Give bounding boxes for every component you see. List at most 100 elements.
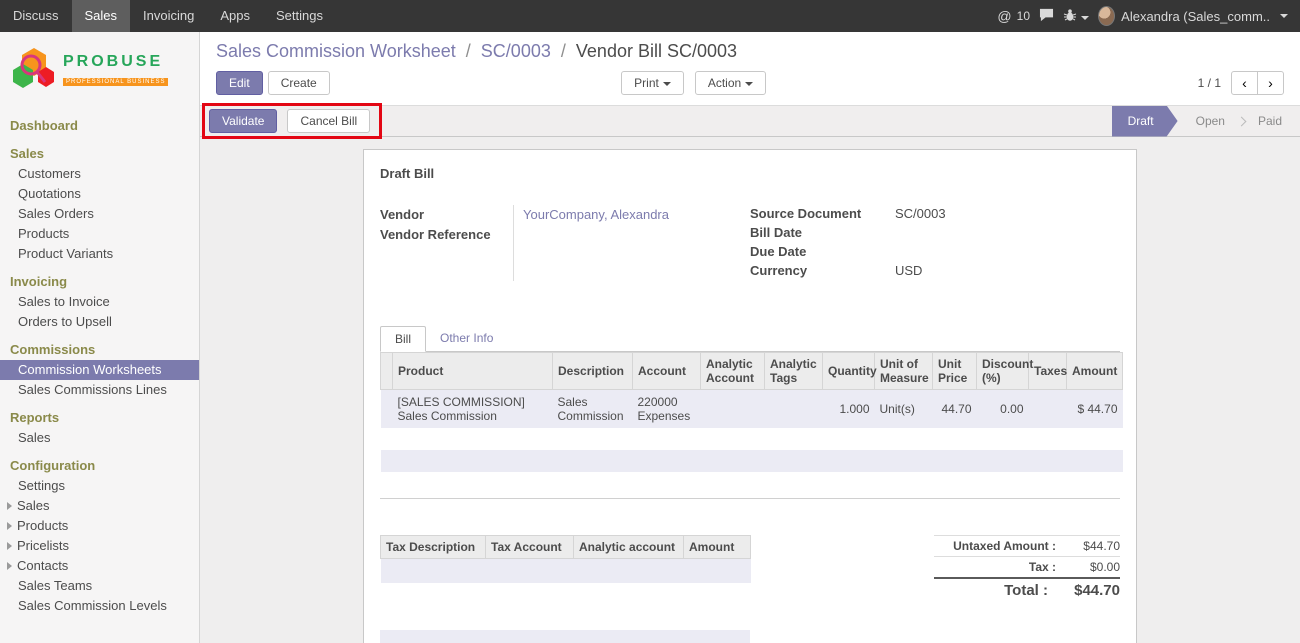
menu-settings[interactable]: Settings xyxy=(263,0,336,32)
chevron-down-icon xyxy=(663,82,671,86)
edit-button[interactable]: Edit xyxy=(216,71,263,95)
cell-taxes xyxy=(1029,390,1067,429)
sidebar-item-commission-worksheets[interactable]: Commission Worksheets xyxy=(0,360,199,380)
sidebar-section-dashboard[interactable]: Dashboard xyxy=(0,116,199,136)
vendor-value-link[interactable]: YourCompany, Alexandra xyxy=(523,205,750,225)
sidebar-section-configuration[interactable]: Configuration xyxy=(0,456,199,476)
user-menu[interactable]: Alexandra (Sales_comm.. xyxy=(1098,6,1288,26)
left-field-group: Vendor Vendor Reference YourCompany, Ale… xyxy=(380,205,750,281)
bill-date-value xyxy=(895,224,1120,243)
sidebar-item-sales-commissions-lines[interactable]: Sales Commissions Lines xyxy=(0,380,199,400)
col-analytic-tags: Analytic Tags xyxy=(765,353,823,390)
sidebar-item-config-pricelists[interactable]: Pricelists xyxy=(0,536,199,556)
sidebar-item-sales-to-invoice[interactable]: Sales to Invoice xyxy=(0,292,199,312)
col-tax-description: Tax Description xyxy=(381,536,486,559)
col-tax-amount: Amount xyxy=(684,536,751,559)
untaxed-amount-value: $44.70 xyxy=(1056,539,1120,553)
tax-and-totals-section: Tax Description Tax Account Analytic acc… xyxy=(380,535,1120,602)
state-paid[interactable]: Paid xyxy=(1240,106,1300,137)
sidebar-item-config-sales[interactable]: Sales xyxy=(0,496,199,516)
field-groups: Vendor Vendor Reference YourCompany, Ale… xyxy=(380,205,1120,281)
messages-icon[interactable] xyxy=(1039,8,1054,25)
bill-date-label: Bill Date xyxy=(750,224,895,243)
empty-row xyxy=(381,472,1123,494)
sidebar-item-config-contacts[interactable]: Contacts xyxy=(0,556,199,576)
sidebar-section-invoicing[interactable]: Invoicing xyxy=(0,272,199,292)
sidebar-item-product-variants[interactable]: Product Variants xyxy=(0,244,199,264)
sidebar-item-products[interactable]: Products xyxy=(0,224,199,244)
sidebar-item-quotations[interactable]: Quotations xyxy=(0,184,199,204)
expand-arrow-icon xyxy=(7,562,12,570)
tax-header-row: Tax Description Tax Account Analytic acc… xyxy=(381,536,751,559)
sidebar-nav: Dashboard Sales Customers Quotations Sal… xyxy=(0,116,199,616)
cancel-bill-button[interactable]: Cancel Bill xyxy=(287,109,370,133)
sidebar-item-label: Products xyxy=(17,518,68,533)
sidebar-item-sales-commission-levels[interactable]: Sales Commission Levels xyxy=(0,596,199,616)
menu-invoicing[interactable]: Invoicing xyxy=(130,0,207,32)
chevron-down-icon xyxy=(745,82,753,86)
line-row[interactable]: [SALES COMMISSION] Sales Commission Sale… xyxy=(381,390,1123,429)
sidebar-item-reports-sales[interactable]: Sales xyxy=(0,428,199,448)
right-field-group: Source Document SC/0003 Bill Date Due Da… xyxy=(750,205,1120,281)
sidebar-item-config-products[interactable]: Products xyxy=(0,516,199,536)
create-button[interactable]: Create xyxy=(268,71,330,95)
sidebar-item-sales-teams[interactable]: Sales Teams xyxy=(0,576,199,596)
status-pipeline: Draft Open Paid xyxy=(1112,106,1300,136)
due-date-value xyxy=(895,243,1120,262)
sidebar-section-sales[interactable]: Sales xyxy=(0,144,199,164)
tab-bill[interactable]: Bill xyxy=(380,326,426,352)
cell-unit-of-measure: Unit(s) xyxy=(875,390,933,429)
odoo-app: Discuss Sales Invoicing Apps Settings @ … xyxy=(0,0,1300,643)
sidebar-section-reports[interactable]: Reports xyxy=(0,408,199,428)
sidebar-item-config-settings[interactable]: Settings xyxy=(0,476,199,496)
cell-unit-price: 44.70 xyxy=(933,390,977,429)
invoice-lines-table: Product Description Account Analytic Acc… xyxy=(380,352,1123,494)
user-name: Alexandra (Sales_comm.. xyxy=(1121,9,1270,24)
col-account: Account xyxy=(633,353,701,390)
breadcrumb-worksheet-link[interactable]: Sales Commission Worksheet xyxy=(216,41,456,61)
sidebar-section-commissions[interactable]: Commissions xyxy=(0,340,199,360)
record-pager: 1 / 1 ‹ › xyxy=(1198,71,1284,95)
tax-lines-table: Tax Description Tax Account Analytic acc… xyxy=(380,535,751,583)
sidebar-item-orders-to-upsell[interactable]: Orders to Upsell xyxy=(0,312,199,332)
action-menu-button[interactable]: Action xyxy=(695,71,766,95)
cell-quantity: 1.000 xyxy=(823,390,875,429)
mention-icon[interactable]: @ xyxy=(997,8,1011,24)
col-tax-account: Tax Account xyxy=(486,536,574,559)
app-sidebar: PROBUSE PROFESSIONAL BUSINESS Dashboard … xyxy=(0,32,200,643)
print-menu-button[interactable]: Print xyxy=(621,71,684,95)
debug-icon[interactable] xyxy=(1063,8,1089,25)
expand-arrow-icon xyxy=(7,522,12,530)
state-draft[interactable]: Draft xyxy=(1112,106,1178,137)
col-discount: Discount (%) xyxy=(977,353,1029,390)
due-date-label: Due Date xyxy=(750,243,895,262)
breadcrumb-record-link[interactable]: SC/0003 xyxy=(481,41,551,61)
breadcrumb-current: Vendor Bill SC/0003 xyxy=(576,41,737,61)
cell-product: [SALES COMMISSION] Sales Commission xyxy=(393,390,553,429)
vendor-label: Vendor xyxy=(380,205,513,225)
state-open[interactable]: Open xyxy=(1178,106,1243,137)
menu-sales[interactable]: Sales xyxy=(72,0,131,32)
sidebar-item-sales-orders[interactable]: Sales Orders xyxy=(0,204,199,224)
sidebar-item-label: Contacts xyxy=(17,558,68,573)
source-document-label: Source Document xyxy=(750,205,895,224)
tax-row: Tax : $0.00 xyxy=(934,556,1120,577)
currency-label: Currency xyxy=(750,262,895,281)
pager-next-button[interactable]: › xyxy=(1257,71,1284,95)
logo-title: PROBUSE xyxy=(63,53,168,71)
tax-label: Tax : xyxy=(1029,560,1056,574)
menu-discuss[interactable]: Discuss xyxy=(0,0,72,32)
pager-prev-button[interactable]: ‹ xyxy=(1231,71,1258,95)
cell-discount: 0.00 xyxy=(977,390,1029,429)
print-action-group: Print Action xyxy=(621,71,766,95)
chevron-down-icon xyxy=(1081,16,1089,20)
validate-button[interactable]: Validate xyxy=(209,109,277,133)
pager-value: 1 / 1 xyxy=(1198,76,1221,90)
col-handle xyxy=(381,353,393,390)
sidebar-item-label: Pricelists xyxy=(17,538,69,553)
tab-other-info[interactable]: Other Info xyxy=(426,326,507,352)
sidebar-item-customers[interactable]: Customers xyxy=(0,164,199,184)
probuse-logo-icon xyxy=(12,46,56,92)
cell-analytic-account xyxy=(701,390,765,429)
menu-apps[interactable]: Apps xyxy=(207,0,263,32)
